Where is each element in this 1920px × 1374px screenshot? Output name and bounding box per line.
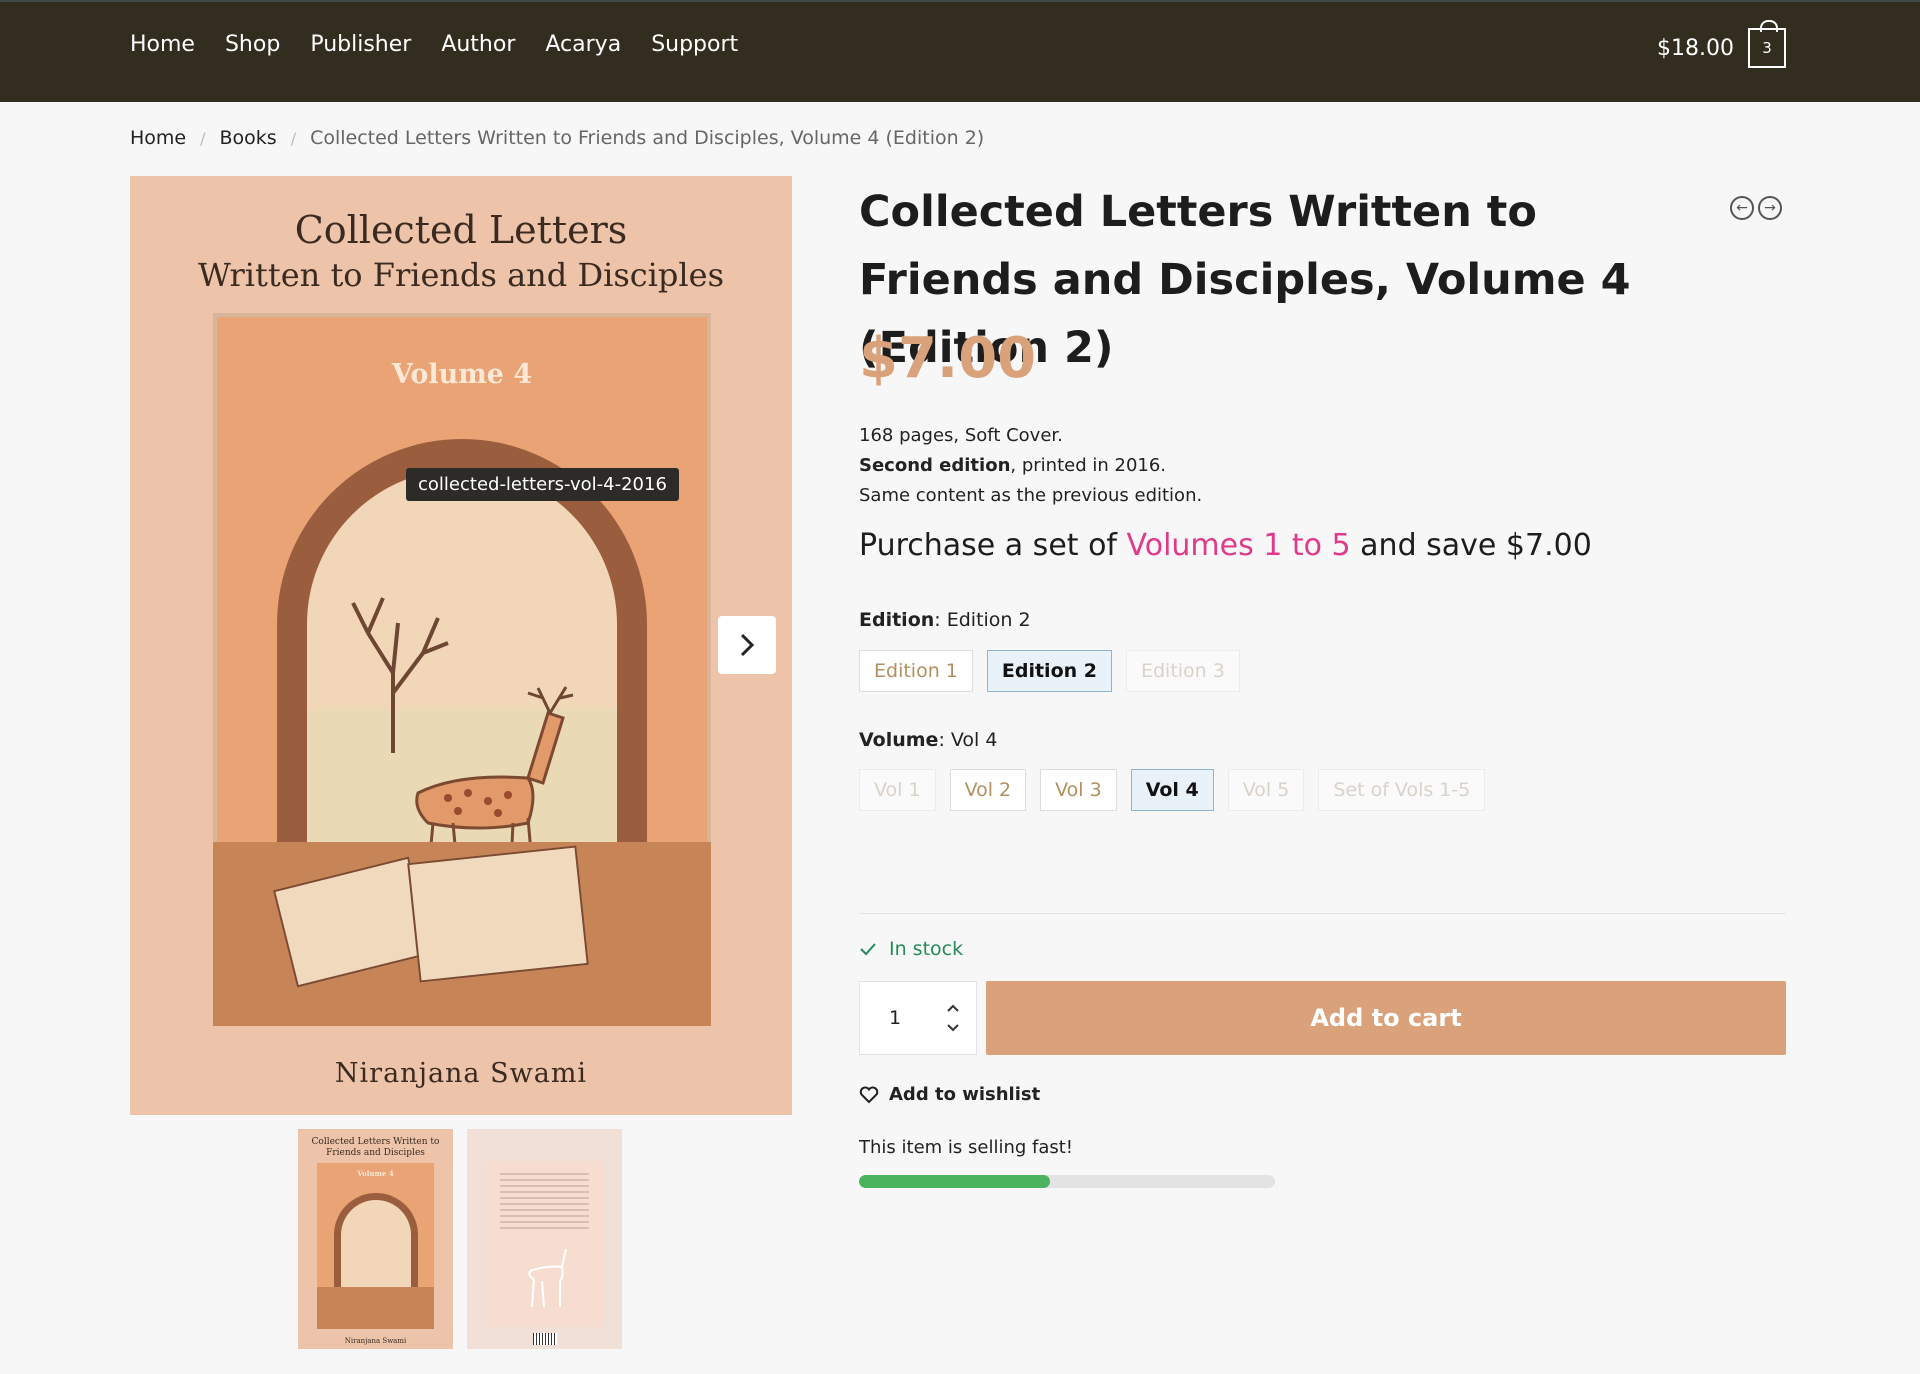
chevron-down-icon[interactable] bbox=[946, 1023, 960, 1032]
product-main-image[interactable]: Collected Letters Written to Friends and… bbox=[130, 176, 792, 1115]
swatch-vol-2[interactable]: Vol 2 bbox=[949, 769, 1027, 811]
barcode bbox=[533, 1333, 557, 1345]
swatch-edition-1[interactable]: Edition 1 bbox=[859, 650, 973, 692]
desc-content-note: Same content as the previous edition. bbox=[859, 485, 1203, 506]
gallery-thumbnails: Collected Letters Written to Friends and… bbox=[298, 1129, 622, 1349]
swatch-set-vols-1-5[interactable]: Set of Vols 1-5 bbox=[1318, 769, 1486, 811]
selling-fast-text: This item is selling fast! bbox=[859, 1137, 1074, 1158]
breadcrumb: Home / Books / Collected Letters Written… bbox=[130, 127, 984, 149]
swatch-vol-3[interactable]: Vol 3 bbox=[1040, 769, 1117, 811]
arrow-right-circle-icon[interactable]: → bbox=[1758, 196, 1782, 220]
image-tooltip: collected-letters-vol-4-2016 bbox=[406, 468, 679, 501]
breadcrumb-current: Collected Letters Written to Friends and… bbox=[310, 127, 985, 149]
primary-nav: Home Shop Publisher Author Acarya Suppor… bbox=[130, 32, 738, 57]
thumb-author: Niranjana Swami bbox=[344, 1337, 407, 1345]
divider bbox=[859, 913, 1786, 914]
swatch-edition-3[interactable]: Edition 3 bbox=[1125, 650, 1240, 692]
nav-acarya[interactable]: Acarya bbox=[545, 32, 621, 57]
thumbnail-front-cover[interactable]: Collected Letters Written to Friends and… bbox=[298, 1129, 453, 1349]
chevron-right-icon bbox=[740, 633, 755, 657]
product-description: 168 pages, Soft Cover. Second edition, p… bbox=[859, 421, 1202, 511]
chevron-up-icon[interactable] bbox=[946, 1004, 960, 1013]
swatch-vol-5[interactable]: Vol 5 bbox=[1227, 769, 1305, 811]
nav-home[interactable]: Home bbox=[130, 32, 195, 57]
cart-count: 3 bbox=[1762, 39, 1772, 57]
stock-status: In stock bbox=[859, 938, 963, 960]
edition-label: Edition: Edition 2 bbox=[859, 609, 1031, 631]
nav-shop[interactable]: Shop bbox=[225, 32, 280, 57]
product-navigation: ← → bbox=[1730, 196, 1782, 220]
product-price: $7.00 bbox=[859, 326, 1037, 391]
cover-title: Collected Letters bbox=[294, 208, 628, 252]
deer-silhouette-illustration bbox=[528, 1248, 567, 1308]
cover-volume: Volume 4 bbox=[391, 359, 533, 390]
header-cart[interactable]: $18.00 3 bbox=[1657, 20, 1786, 68]
quantity-input[interactable]: 1 bbox=[860, 982, 930, 1054]
breadcrumb-home[interactable]: Home bbox=[130, 127, 186, 149]
breadcrumb-separator: / bbox=[290, 128, 297, 148]
breadcrumb-separator: / bbox=[200, 128, 206, 148]
nav-publisher[interactable]: Publisher bbox=[310, 32, 411, 57]
quantity-stepper[interactable]: 1 bbox=[859, 981, 977, 1055]
swatch-edition-2[interactable]: Edition 2 bbox=[986, 650, 1112, 692]
desc-pages: 168 pages, Soft Cover. bbox=[859, 425, 1063, 446]
cart-total[interactable]: $18.00 bbox=[1657, 36, 1734, 61]
cover-illustration: Volume 4 bbox=[213, 313, 711, 1026]
thumb-title: Collected Letters Written to Friends and… bbox=[311, 1137, 440, 1158]
arrow-left-circle-icon[interactable]: ← bbox=[1730, 196, 1754, 220]
site-header: Home Shop Publisher Author Acarya Suppor… bbox=[0, 0, 1920, 102]
cover-author: Niranjana Swami bbox=[334, 1058, 588, 1089]
nav-support[interactable]: Support bbox=[651, 32, 738, 57]
nav-author[interactable]: Author bbox=[441, 32, 515, 57]
cover-subtitle: Written to Friends and Disciples bbox=[198, 256, 724, 294]
selling-progress-bar bbox=[859, 1175, 1275, 1188]
cover-desk bbox=[213, 842, 711, 1026]
shopping-bag-icon[interactable]: 3 bbox=[1748, 20, 1786, 68]
desc-edition: Second edition, printed in 2016. bbox=[859, 455, 1167, 476]
selling-progress-fill bbox=[859, 1175, 1051, 1188]
breadcrumb-books[interactable]: Books bbox=[220, 127, 277, 149]
volume-label: Volume: Vol 4 bbox=[859, 729, 998, 751]
swatch-vol-4[interactable]: Vol 4 bbox=[1130, 769, 1214, 811]
swatch-vol-1[interactable]: Vol 1 bbox=[859, 769, 936, 811]
volumes-set-link[interactable]: Volumes 1 to 5 bbox=[1127, 528, 1351, 563]
set-promo: Purchase a set of Volumes 1 to 5 and sav… bbox=[859, 528, 1592, 563]
thumb-volume: Volume 4 bbox=[357, 1169, 394, 1178]
thumbnail-back-cover[interactable] bbox=[467, 1129, 622, 1349]
add-to-cart-button[interactable]: Add to cart bbox=[986, 981, 1786, 1055]
volume-swatches: Vol 1 Vol 2 Vol 3 Vol 4 Vol 5 Set of Vol… bbox=[859, 769, 1486, 811]
check-icon bbox=[860, 943, 876, 956]
add-to-wishlist[interactable]: Add to wishlist bbox=[859, 1084, 1040, 1105]
edition-swatches: Edition 1 Edition 2 Edition 3 bbox=[859, 650, 1240, 692]
gallery-next-button[interactable] bbox=[718, 616, 776, 674]
heart-icon bbox=[859, 1086, 879, 1103]
